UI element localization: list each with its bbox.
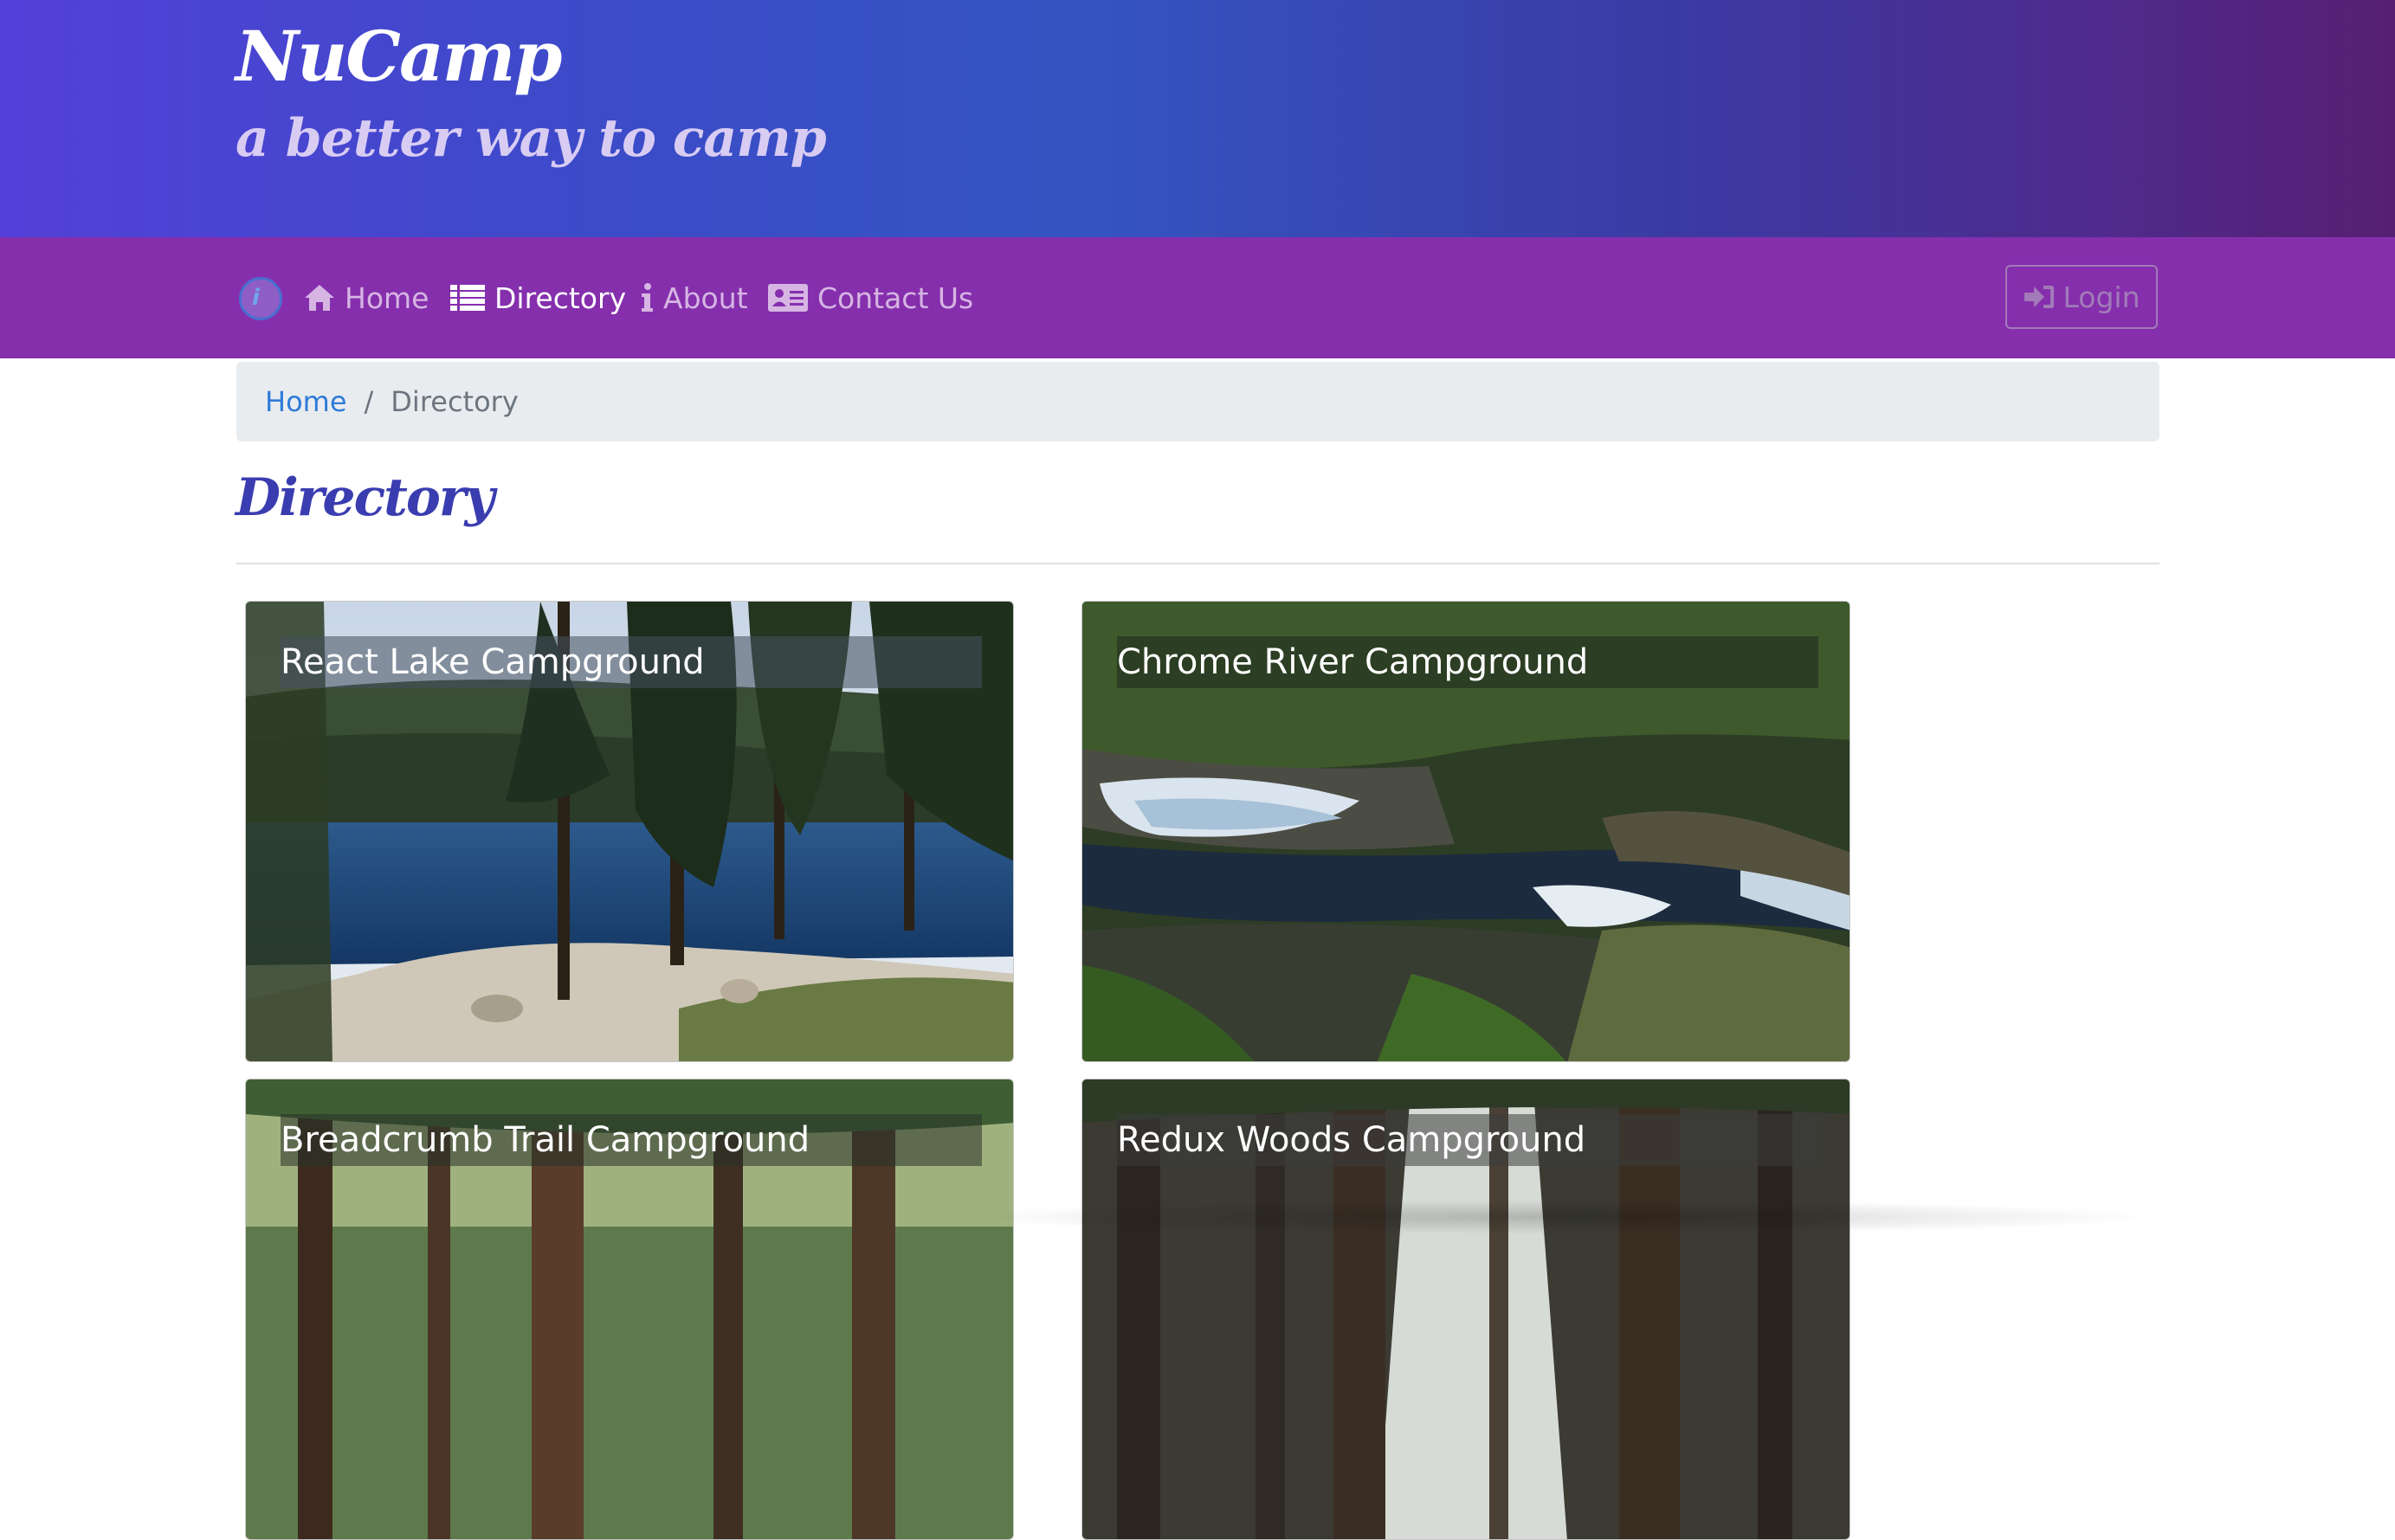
nav-about[interactable]: About bbox=[639, 272, 748, 324]
brand-tagline: a better way to camp bbox=[236, 108, 827, 169]
nav-directory-label: Directory bbox=[494, 280, 627, 315]
list-icon bbox=[450, 285, 485, 311]
home-icon bbox=[305, 285, 334, 311]
nav-contact[interactable]: Contact Us bbox=[767, 272, 973, 324]
brand-title: NuCamp bbox=[236, 16, 562, 97]
scroll-shadow bbox=[952, 1200, 2165, 1234]
sign-in-icon bbox=[2024, 286, 2055, 308]
campsite-name: Chrome River Campground bbox=[1117, 636, 1818, 688]
campsite-name: React Lake Campground bbox=[281, 636, 982, 688]
campsite-card-chrome-river[interactable]: Chrome River Campground bbox=[1081, 601, 1850, 1062]
info-icon bbox=[642, 283, 653, 312]
page-title: Directory bbox=[236, 467, 494, 528]
campsite-card-react-lake[interactable]: React Lake Campground bbox=[245, 601, 1014, 1062]
campsite-card-breadcrumb-trail[interactable]: Breadcrumb Trail Campground bbox=[245, 1079, 1014, 1540]
nav-directory[interactable]: Directory bbox=[449, 272, 626, 324]
nav-contact-label: Contact Us bbox=[817, 280, 974, 315]
breadcrumb-home-link[interactable]: Home bbox=[265, 385, 347, 418]
breadcrumb-current: Directory bbox=[391, 385, 519, 418]
divider bbox=[236, 563, 2159, 564]
breadcrumb: Home / Directory bbox=[236, 362, 2159, 441]
campsite-name: Breadcrumb Trail Campground bbox=[281, 1114, 982, 1166]
nav-about-label: About bbox=[663, 280, 748, 315]
login-label: Login bbox=[2063, 280, 2140, 314]
nav-home-label: Home bbox=[345, 280, 429, 315]
campsite-name: Redux Woods Campground bbox=[1117, 1114, 1818, 1166]
address-card-icon bbox=[768, 284, 808, 312]
nucamp-logo-icon[interactable]: i bbox=[239, 277, 282, 320]
breadcrumb-separator: / bbox=[364, 385, 374, 418]
campsite-card-redux-woods[interactable]: Redux Woods Campground bbox=[1081, 1079, 1850, 1540]
nav-home[interactable]: Home bbox=[303, 272, 429, 324]
login-button[interactable]: Login bbox=[2005, 265, 2158, 329]
